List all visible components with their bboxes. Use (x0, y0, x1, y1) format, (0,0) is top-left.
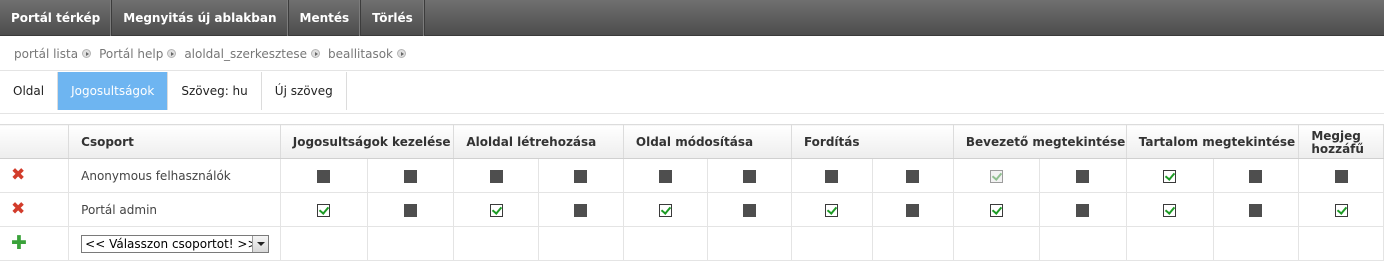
header-comment-access: Megjeg hozzáfű (1298, 124, 1384, 159)
permission-checkbox[interactable] (574, 169, 588, 183)
breadcrumb-item-portal-help[interactable]: Portál help (99, 47, 177, 61)
breadcrumb: portál lista Portál help aloldal_szerkes… (0, 37, 1384, 71)
breadcrumb-item-settings[interactable]: beallitasok (328, 47, 406, 61)
group-name: Portál admin (68, 192, 281, 227)
permission-checkbox[interactable] (989, 169, 1003, 183)
portal-map-button[interactable]: Portál térkép (0, 0, 113, 36)
permission-checkbox[interactable] (1249, 203, 1263, 217)
breadcrumb-item-subpage-edit[interactable]: aloldal_szerkesztese (184, 47, 321, 61)
table-row: ✖ Anonymous felhasználók (0, 158, 1384, 193)
permission-checkbox[interactable] (659, 203, 673, 217)
permissions-table: Csoport Jogosultságok kezelése Aloldal l… (0, 124, 1384, 261)
tab-new-text[interactable]: Új szöveg (262, 72, 347, 110)
permission-checkbox[interactable] (659, 169, 673, 183)
top-toolbar: Portál térkép Megnyitás új ablakban Ment… (0, 0, 1384, 36)
add-icon[interactable]: ✚ (11, 232, 27, 254)
permission-checkbox[interactable] (1334, 203, 1348, 217)
breadcrumb-label[interactable]: beallitasok (328, 47, 393, 61)
table-row: ✖ Portál admin (0, 192, 1384, 227)
delete-cell: ✖ (0, 192, 70, 227)
arrow-right-icon (167, 49, 177, 58)
delete-icon[interactable]: ✖ (11, 199, 25, 219)
permission-checkbox[interactable] (906, 169, 920, 183)
breadcrumb-label[interactable]: Portál help (99, 47, 163, 61)
header-manage-permissions: Jogosultságok kezelése (280, 124, 455, 159)
permission-checkbox[interactable] (906, 203, 920, 217)
tab-permissions[interactable]: Jogosultságok (58, 72, 169, 110)
permission-checkbox[interactable] (317, 203, 331, 217)
header-icon-column (0, 124, 70, 159)
permission-checkbox[interactable] (1163, 203, 1177, 217)
group-select-cell: << Válasszon csoportot! >> (68, 226, 281, 261)
permission-checkbox[interactable] (825, 169, 839, 183)
permission-checkbox[interactable] (403, 169, 417, 183)
permission-checkbox[interactable] (489, 203, 503, 217)
permission-checkbox[interactable] (743, 169, 757, 183)
breadcrumb-label[interactable]: portál lista (14, 47, 78, 61)
delete-icon[interactable]: ✖ (11, 165, 25, 185)
arrow-right-icon (82, 49, 92, 58)
header-group: Csoport (68, 124, 281, 159)
header-modify-page: Oldal módosítása (623, 124, 792, 159)
delete-cell: ✖ (0, 158, 70, 193)
permission-checkbox[interactable] (989, 203, 1003, 217)
breadcrumb-item-portal-list[interactable]: portál lista (14, 47, 92, 61)
tab-bar: Oldal Jogosultságok Szöveg: hu Új szöveg (0, 72, 1384, 114)
open-new-window-button[interactable]: Megnyitás új ablakban (112, 0, 289, 36)
permission-checkbox[interactable] (403, 203, 417, 217)
permission-checkbox[interactable] (489, 169, 503, 183)
tab-text-hu[interactable]: Szöveg: hu (168, 72, 262, 110)
permission-checkbox[interactable] (1334, 169, 1348, 183)
permission-checkbox[interactable] (825, 203, 839, 217)
tab-page[interactable]: Oldal (0, 72, 59, 110)
header-create-subpage: Aloldal létrehozása (453, 124, 624, 159)
permission-checkbox[interactable] (1076, 169, 1090, 183)
arrow-right-icon (397, 49, 406, 58)
header-view-content: Tartalom megtekintése (1126, 124, 1300, 159)
permission-checkbox[interactable] (1249, 169, 1263, 183)
header-translation: Fordítás (791, 124, 954, 159)
save-button[interactable]: Mentés (289, 0, 362, 36)
permission-checkbox[interactable] (1076, 203, 1090, 217)
delete-button[interactable]: Törlés (361, 0, 425, 36)
header-view-intro: Bevezető megtekintése (953, 124, 1127, 159)
chevron-down-icon[interactable] (252, 235, 269, 252)
arrow-right-icon (311, 49, 321, 58)
table-header-row: Csoport Jogosultságok kezelése Aloldal l… (0, 124, 1384, 159)
group-name: Anonymous felhasználók (68, 158, 281, 193)
breadcrumb-label[interactable]: aloldal_szerkesztese (184, 47, 307, 61)
permission-checkbox[interactable] (1163, 169, 1177, 183)
group-select-value: << Válasszon csoportot! >> (85, 236, 253, 251)
permission-checkbox[interactable] (743, 203, 757, 217)
group-select[interactable]: << Válasszon csoportot! >> (81, 234, 270, 253)
add-group-row: ✚ << Válasszon csoportot! >> (0, 226, 1384, 261)
permission-checkbox[interactable] (317, 169, 331, 183)
permission-checkbox[interactable] (574, 203, 588, 217)
add-cell: ✚ (0, 226, 70, 261)
